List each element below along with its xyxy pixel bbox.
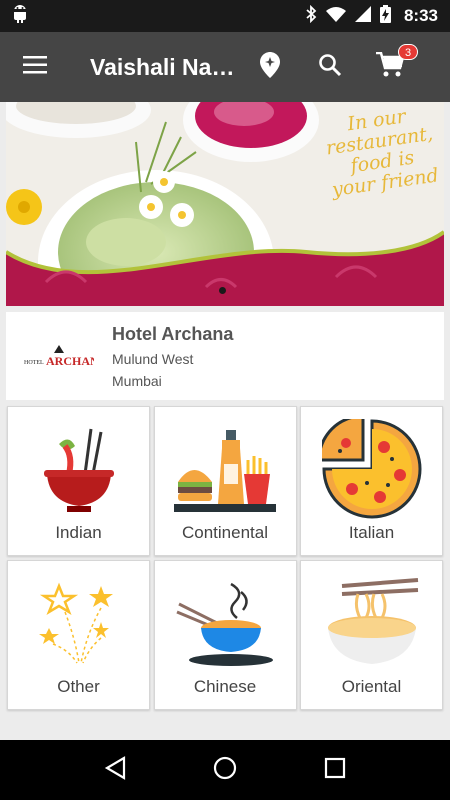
category-label: Italian: [348, 523, 395, 542]
hamburger-menu-icon: [23, 55, 47, 79]
system-nav-bar: [0, 740, 450, 800]
cart-count-badge: 3: [398, 44, 418, 60]
home-icon: [213, 756, 237, 785]
category-label: Chinese: [193, 677, 257, 696]
category-indian[interactable]: Indian: [7, 406, 150, 556]
category-label: Continental: [181, 523, 268, 542]
category-label: Other: [57, 677, 100, 696]
restaurant-city: Mumbai: [112, 372, 162, 389]
back-button[interactable]: [90, 745, 140, 795]
category-grid: Indian Continental Italian Other Chinese…: [7, 406, 443, 712]
category-chinese[interactable]: Chinese: [153, 560, 297, 710]
category-other[interactable]: Other: [7, 560, 150, 710]
carousel-indicator-dot: [219, 287, 226, 294]
category-continental[interactable]: Continental: [153, 406, 297, 556]
android-icon: [12, 4, 28, 28]
promo-banner[interactable]: In our restaurant, food is your friend: [6, 102, 444, 306]
location-button[interactable]: [240, 32, 300, 102]
restaurant-area: Mulund West: [112, 350, 194, 367]
restaurant-card[interactable]: HOTEL ARCHANA Hotel Archana Mulund West …: [6, 312, 444, 400]
signal-icon: [354, 5, 371, 27]
wifi-icon: [325, 6, 346, 27]
recents-icon: [324, 757, 346, 784]
noodles-icon: [317, 573, 427, 673]
recents-button[interactable]: [310, 745, 360, 795]
location-pin-icon: [260, 51, 280, 83]
app-bar: Vaishali Na… 3: [0, 32, 450, 102]
stars-icon: [24, 573, 134, 673]
category-label: Oriental: [341, 677, 402, 696]
app-title[interactable]: Vaishali Na…: [90, 54, 240, 81]
chopsticks-bowl-icon: [170, 573, 280, 673]
indian-bowl-icon: [24, 419, 134, 519]
pizza-icon: [317, 419, 427, 519]
category-italian[interactable]: Italian: [300, 406, 443, 556]
cart-button[interactable]: 3: [360, 32, 420, 102]
menu-button[interactable]: [0, 32, 70, 102]
battery-charging-icon: [379, 4, 391, 28]
category-label: Indian: [55, 523, 102, 542]
banner-slogan: In our restaurant, food is your friend: [324, 105, 441, 202]
search-icon: [318, 53, 342, 82]
svg-text:HOTEL: HOTEL: [24, 360, 44, 366]
status-time: 8:33: [403, 6, 438, 25]
svg-text:ARCHANA: ARCHANA: [46, 354, 94, 368]
search-button[interactable]: [300, 32, 360, 102]
back-icon: [104, 755, 126, 785]
bluetooth-icon: [305, 4, 317, 28]
burger-fries-icon: [170, 419, 280, 519]
restaurant-name: Hotel Archana: [112, 323, 234, 344]
category-oriental[interactable]: Oriental: [300, 560, 443, 710]
home-button[interactable]: [200, 745, 250, 795]
restaurant-logo: HOTEL ARCHANA: [6, 312, 112, 400]
status-bar: 8:33: [0, 0, 450, 32]
